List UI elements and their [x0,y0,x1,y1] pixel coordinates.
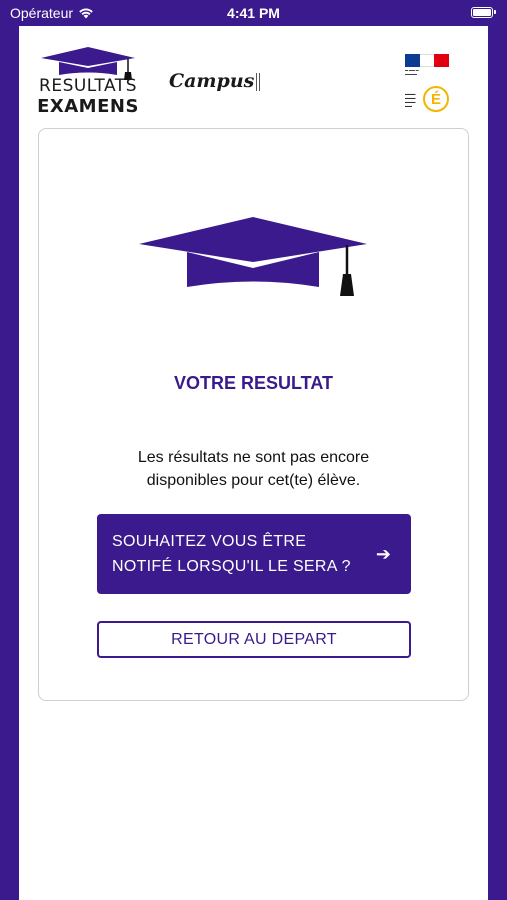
brand-line2: EXAMENS [37,96,139,117]
campus-logo: Campus [169,70,261,92]
main-sheet: RESULTATS EXAMENS Campus ▬ ▬▬ ▬ ▬▬▬▬ ▬▬▬ ▬… [19,26,488,900]
republique-francaise-logo: ▬ ▬▬ ▬ ▬▬▬▬ [405,54,450,80]
notify-button-label: SOUHAITEZ VOUS ÊTRE NOTIFÉ LORSQU'IL LE … [112,533,351,575]
result-card: VOTRE RESULTAT Les résultats ne sont pas… [38,128,469,701]
education-nationale-logo: ▬▬▬ ▬▬▬ ▬▬▬ ▬▬ É [405,84,451,116]
result-message: Les résultats ne sont pas encore disponi… [137,449,370,489]
brand-line1: RESULTATS [39,76,137,96]
result-title: VOTRE RESULTAT [174,373,333,393]
arrow-right-icon: ➔ [375,543,391,564]
app-logo: RESULTATS EXAMENS [33,44,143,118]
graduation-cap-icon [139,217,367,296]
edu-e-icon: É [423,86,449,112]
back-to-start-button[interactable]: RETOUR AU DEPART [97,621,411,658]
gov-flag-icon [405,54,450,67]
battery-icon [471,7,496,18]
status-time: 4:41 PM [227,5,280,21]
campus-logo-text: Campus [169,70,255,92]
notify-button[interactable]: SOUHAITEZ VOUS ÊTRE NOTIFÉ LORSQU'IL LE … [97,514,411,594]
status-bar: Opérateur 4:41 PM [0,0,507,26]
